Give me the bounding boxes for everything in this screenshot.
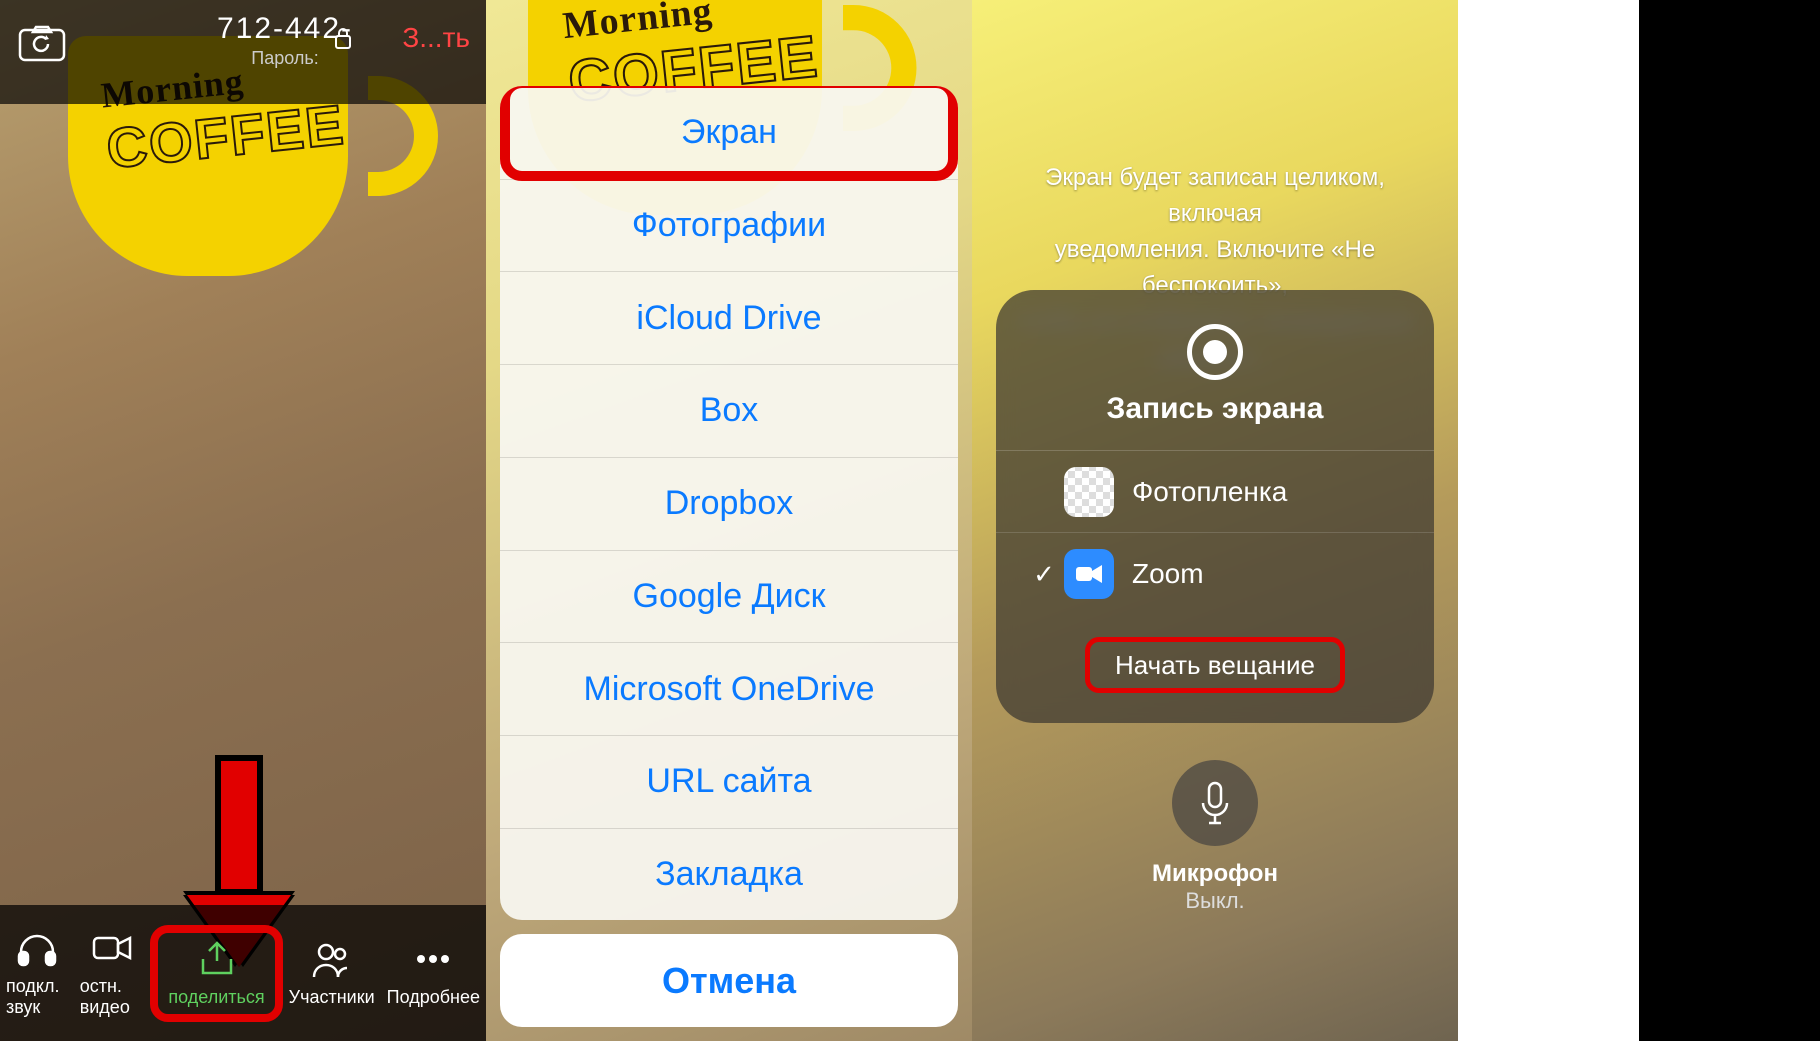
flip-camera-button[interactable] (0, 0, 84, 89)
blank-margin (1458, 0, 1639, 1041)
microphone-state: Выкл. (972, 888, 1458, 914)
microphone-block: Микрофон Выкл. (972, 760, 1458, 914)
participants-button[interactable]: Участники (283, 935, 381, 1012)
more-button[interactable]: Подробнее (381, 935, 486, 1012)
background-cup (1016, 0, 1368, 34)
share-action-sheet: Экран Фотографии iCloud Drive Box Dropbo… (500, 86, 958, 1027)
record-title: Запись экрана (996, 392, 1434, 426)
microphone-toggle[interactable] (1172, 760, 1258, 846)
share-option-screen[interactable]: Экран (500, 86, 958, 179)
share-option-onedrive[interactable]: Microsoft OneDrive (500, 642, 958, 735)
panel-share-options: Morning COFFEE Экран Фотографии iCloud D… (486, 0, 972, 1041)
share-option-bookmark[interactable]: Закладка (500, 828, 958, 921)
destination-photos-label: Фотопленка (1132, 476, 1287, 508)
share-option-url[interactable]: URL сайта (500, 735, 958, 828)
share-option-photos[interactable]: Фотографии (500, 179, 958, 272)
zoom-app-icon (1064, 549, 1114, 599)
join-audio-label: подкл. звук (6, 976, 68, 1018)
join-audio-button[interactable]: подкл. звук (0, 924, 74, 1022)
destination-photos[interactable]: Фотопленка (996, 451, 1434, 533)
more-label: Подробнее (387, 987, 480, 1008)
destination-list: Фотопленка ✓ Zoom (996, 450, 1434, 615)
share-option-icloud[interactable]: iCloud Drive (500, 271, 958, 364)
cancel-button[interactable]: Отмена (500, 934, 958, 1027)
panel-zoom-meeting: Morning COFFEE 712-442- Пароль: З...ть (0, 0, 486, 1041)
check-icon: ✓ (1024, 559, 1064, 590)
destination-zoom-label: Zoom (1132, 558, 1204, 590)
microphone-label: Микрофон (972, 860, 1458, 888)
stop-video-button[interactable]: остн. видео (74, 924, 151, 1022)
end-meeting-button[interactable]: З...ть (402, 22, 470, 54)
share-option-dropbox[interactable]: Dropbox (500, 457, 958, 550)
stop-video-label: остн. видео (80, 976, 145, 1018)
destination-zoom[interactable]: ✓ Zoom (996, 533, 1434, 615)
record-icon (996, 324, 1434, 380)
photos-app-icon (1064, 467, 1114, 517)
meeting-bottom-bar: подкл. звук остн. видео поделиться Уча (0, 905, 486, 1041)
share-option-box[interactable]: Box (500, 364, 958, 457)
participants-label: Участники (289, 987, 375, 1008)
share-button[interactable]: поделиться (150, 925, 282, 1022)
share-option-list: Экран Фотографии iCloud Drive Box Dropbo… (500, 86, 958, 920)
share-label: поделиться (168, 987, 264, 1008)
meeting-top-bar: 712-442- Пароль: З...ть (0, 0, 486, 104)
broadcast-card: Запись экрана Фотопленка ✓ Zoom Начать в… (996, 290, 1434, 723)
start-broadcast-button[interactable]: Начать вещание (1085, 637, 1345, 693)
lock-icon (333, 26, 353, 55)
share-option-gdrive[interactable]: Google Диск (500, 550, 958, 643)
panel-screen-broadcast: Экран будет записан целиком, включая уве… (972, 0, 1458, 1041)
